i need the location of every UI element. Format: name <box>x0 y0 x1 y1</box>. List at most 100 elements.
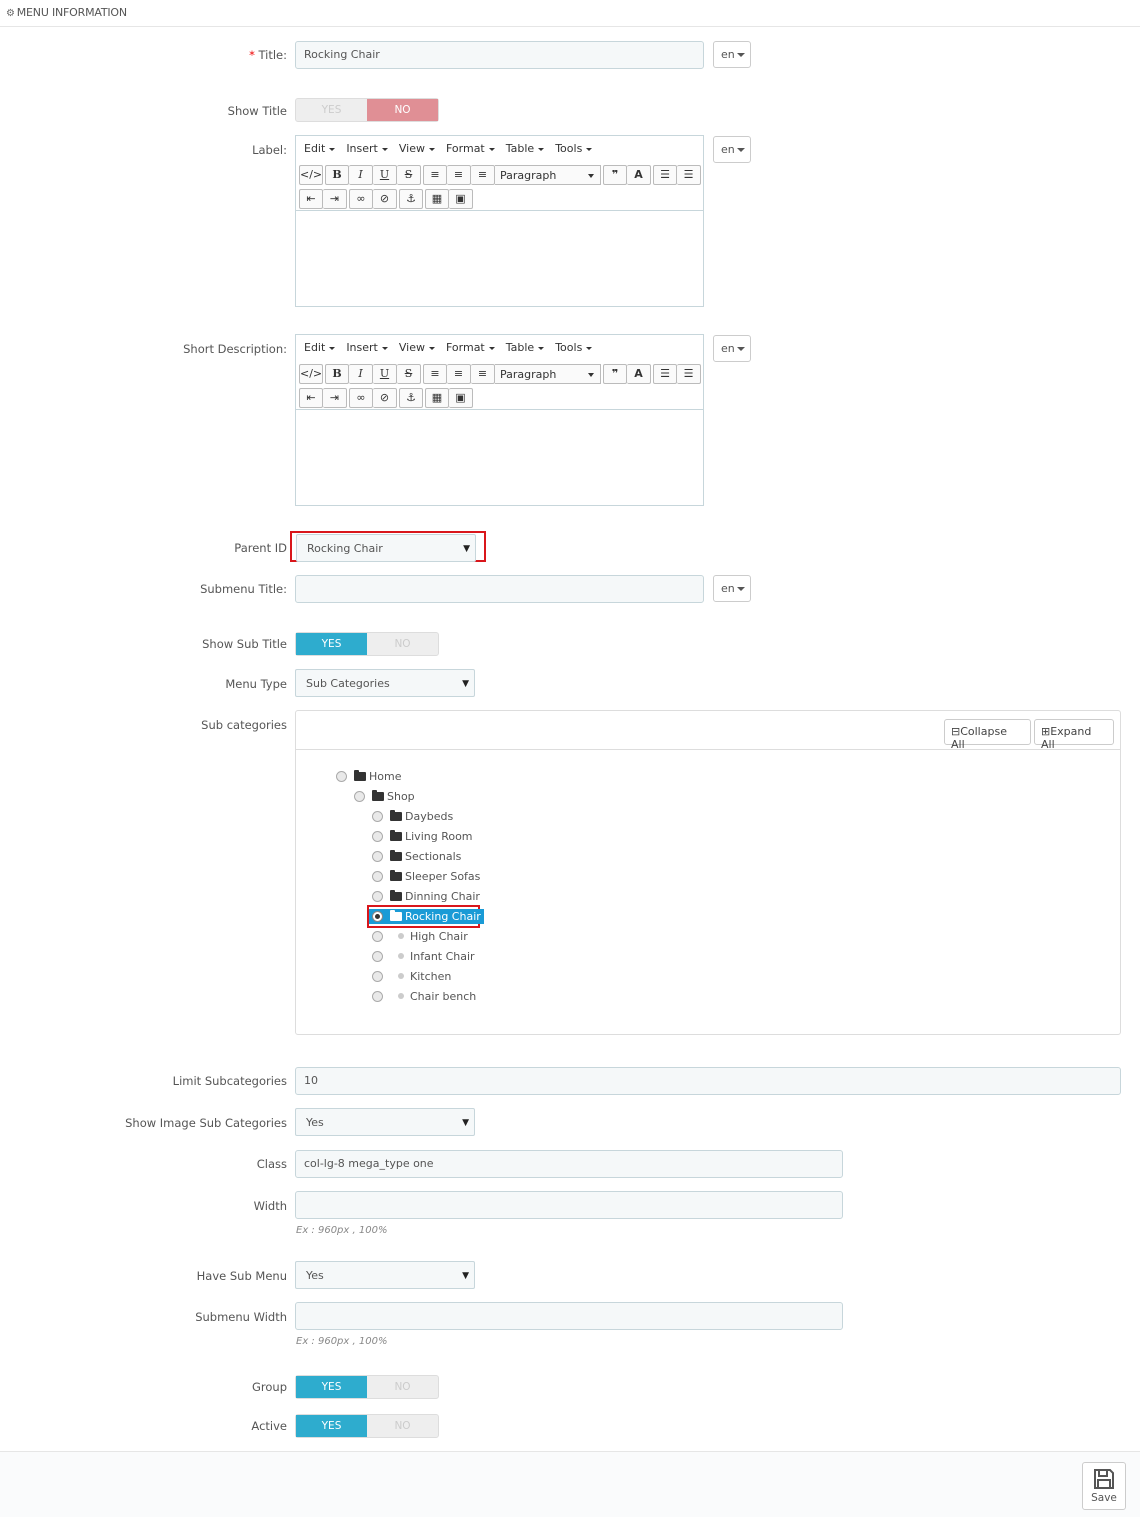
submenu-width-input[interactable] <box>295 1302 843 1330</box>
group-no[interactable]: NO <box>367 1376 438 1398</box>
tree-node-home[interactable]: Home <box>336 767 401 785</box>
tree-node-daybeds[interactable]: Daybeds <box>372 807 453 825</box>
link-icon[interactable]: ∞ <box>349 189 373 209</box>
outdent-icon[interactable]: ⇤ <box>299 189 323 209</box>
active-no[interactable]: NO <box>367 1415 438 1437</box>
short-description-lang-button[interactable]: en <box>713 335 751 362</box>
label-editor-content[interactable] <box>296 210 703 305</box>
blockquote-icon[interactable]: ❞ <box>603 165 627 185</box>
unlink-icon[interactable]: ⊘ <box>373 388 397 408</box>
menu-insert[interactable]: Insert <box>346 142 388 155</box>
short-description-editor-content[interactable] <box>296 409 703 504</box>
show-title-no[interactable]: NO <box>367 99 438 121</box>
text-color-icon[interactable]: A <box>627 165 651 185</box>
radio-button[interactable] <box>372 850 383 862</box>
show-image-sub-categories-select[interactable]: Yes ▼ <box>295 1108 475 1136</box>
submenu-title-lang-button[interactable]: en <box>713 575 751 602</box>
tree-node-infant-chair[interactable]: Infant Chair <box>372 947 475 965</box>
menu-tools[interactable]: Tools <box>555 142 592 155</box>
align-left-icon[interactable]: ≡ <box>423 364 447 384</box>
bullet-list-icon[interactable]: ☰ <box>653 165 677 185</box>
align-right-icon[interactable]: ≡ <box>471 165 495 185</box>
show-sub-title-no[interactable]: NO <box>367 633 438 655</box>
radio-button[interactable] <box>372 870 383 882</box>
strikethrough-icon[interactable]: S <box>397 364 421 384</box>
tree-node-chair-bench[interactable]: Chair bench <box>372 987 476 1005</box>
image-icon[interactable]: ▣ <box>449 189 473 209</box>
radio-button[interactable] <box>372 990 383 1002</box>
numbered-list-icon[interactable]: ☰ <box>677 364 701 384</box>
menu-tools[interactable]: Tools <box>555 341 592 354</box>
media-icon[interactable]: ▦ <box>425 189 449 209</box>
media-icon[interactable]: ▦ <box>425 388 449 408</box>
radio-button[interactable] <box>336 770 347 782</box>
align-left-icon[interactable]: ≡ <box>423 165 447 185</box>
indent-icon[interactable]: ⇥ <box>323 388 347 408</box>
menu-edit[interactable]: Edit <box>304 142 335 155</box>
active-toggle[interactable]: YES NO <box>295 1414 439 1438</box>
title-input[interactable]: Rocking Chair <box>295 41 704 69</box>
tree-node-rocking-chair[interactable]: Rocking Chair <box>369 907 484 926</box>
menu-view[interactable]: View <box>399 341 435 354</box>
italic-icon[interactable]: I <box>349 364 373 384</box>
label-editor[interactable]: Edit Insert View Format Table Tools </> B I U… <box>295 135 704 307</box>
strikethrough-icon[interactable]: S <box>397 165 421 185</box>
short-description-editor[interactable]: Edit Insert View Format Table Tools </> B I U… <box>295 334 704 506</box>
menu-type-select[interactable]: Sub Categories ▼ <box>295 669 475 697</box>
tree-node-living-room[interactable]: Living Room <box>372 827 473 845</box>
underline-icon[interactable]: U <box>373 364 397 384</box>
align-center-icon[interactable]: ≡ <box>447 364 471 384</box>
menu-view[interactable]: View <box>399 142 435 155</box>
show-title-toggle[interactable]: YES NO <box>295 98 439 122</box>
expand-all-button[interactable]: ⊞Expand All <box>1034 719 1114 751</box>
tree-node-sleeper-sofas[interactable]: Sleeper Sofas <box>372 867 480 885</box>
image-icon[interactable]: ▣ <box>449 388 473 408</box>
code-icon[interactable]: </> <box>299 165 323 185</box>
parent-id-select[interactable]: Rocking Chair ▼ <box>296 534 476 562</box>
active-yes[interactable]: YES <box>296 1415 367 1437</box>
tree-node-sectionals[interactable]: Sectionals <box>372 847 461 865</box>
show-sub-title-toggle[interactable]: YES NO <box>295 632 439 656</box>
menu-table[interactable]: Table <box>506 341 544 354</box>
group-yes[interactable]: YES <box>296 1376 367 1398</box>
tree-node-shop[interactable]: Shop <box>354 787 415 805</box>
tree-node-dinning-chair[interactable]: Dinning Chair <box>372 887 480 905</box>
radio-button[interactable] <box>372 970 383 982</box>
text-color-icon[interactable]: A <box>627 364 651 384</box>
underline-icon[interactable]: U <box>373 165 397 185</box>
bold-icon[interactable]: B <box>325 165 349 185</box>
radio-button[interactable] <box>372 810 383 822</box>
link-icon[interactable]: ∞ <box>349 388 373 408</box>
label-lang-button[interactable]: en <box>713 136 751 163</box>
width-input[interactable] <box>295 1191 843 1219</box>
title-lang-button[interactable]: en <box>713 41 751 68</box>
class-input[interactable]: col-lg-8 mega_type one <box>295 1150 843 1178</box>
format-select[interactable]: Paragraph <box>495 364 601 384</box>
unlink-icon[interactable]: ⊘ <box>373 189 397 209</box>
save-button[interactable]: Save <box>1082 1462 1126 1510</box>
tree-node-kitchen[interactable]: Kitchen <box>372 967 451 985</box>
group-toggle[interactable]: YES NO <box>295 1375 439 1399</box>
radio-button-checked[interactable] <box>372 911 383 922</box>
indent-icon[interactable]: ⇥ <box>323 189 347 209</box>
menu-edit[interactable]: Edit <box>304 341 335 354</box>
numbered-list-icon[interactable]: ☰ <box>677 165 701 185</box>
limit-subcategories-input[interactable]: 10 <box>295 1067 1121 1095</box>
align-right-icon[interactable]: ≡ <box>471 364 495 384</box>
bold-icon[interactable]: B <box>325 364 349 384</box>
have-sub-menu-select[interactable]: Yes ▼ <box>295 1261 475 1289</box>
bullet-list-icon[interactable]: ☰ <box>653 364 677 384</box>
radio-button[interactable] <box>372 950 383 962</box>
menu-table[interactable]: Table <box>506 142 544 155</box>
anchor-icon[interactable]: ⚓ <box>399 189 423 209</box>
menu-insert[interactable]: Insert <box>346 341 388 354</box>
anchor-icon[interactable]: ⚓ <box>399 388 423 408</box>
align-center-icon[interactable]: ≡ <box>447 165 471 185</box>
show-sub-title-yes[interactable]: YES <box>296 633 367 655</box>
radio-button[interactable] <box>372 930 383 942</box>
radio-button[interactable] <box>372 890 383 902</box>
tree-node-high-chair[interactable]: High Chair <box>372 927 468 945</box>
format-select[interactable]: Paragraph <box>495 165 601 185</box>
italic-icon[interactable]: I <box>349 165 373 185</box>
blockquote-icon[interactable]: ❞ <box>603 364 627 384</box>
